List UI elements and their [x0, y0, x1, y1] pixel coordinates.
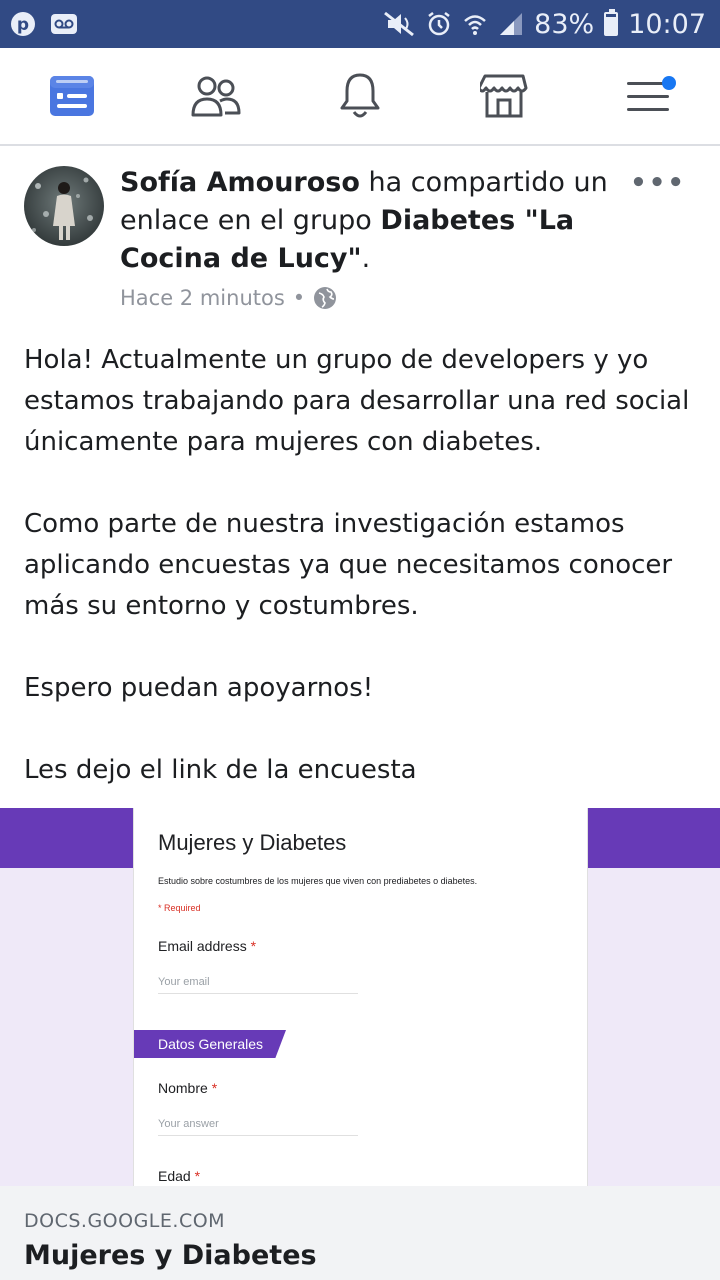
section-header: Datos Generales — [134, 1030, 286, 1058]
post-time[interactable]: Hace 2 minutos — [120, 286, 285, 310]
link-domain: DOCS.GOOGLE.COM — [24, 1210, 226, 1232]
wifi-icon — [462, 11, 488, 37]
notifications-icon — [340, 73, 380, 118]
svg-text:p: p — [17, 15, 29, 35]
news-feed-icon — [50, 76, 94, 116]
signal-icon — [498, 11, 524, 37]
link-title: Mujeres y Diabetes — [24, 1240, 317, 1271]
avatar[interactable] — [24, 166, 104, 246]
nav-menu[interactable] — [608, 56, 688, 136]
mute-icon — [382, 10, 416, 38]
form-description: Estudio sobre costumbres de los mujeres … — [158, 876, 478, 886]
globe-icon — [314, 287, 337, 309]
email-label: Email address * — [158, 938, 257, 954]
nav-marketplace[interactable] — [464, 56, 544, 136]
required-note: * Required — [158, 903, 201, 913]
battery-fill — [606, 17, 617, 34]
more-options-icon[interactable]: ••• — [630, 168, 686, 198]
post-header: Sofía Amouroso ha compartido un enlace e… — [120, 164, 620, 278]
nav-news-feed[interactable] — [32, 56, 112, 136]
battery-percent: 83% — [534, 8, 595, 40]
menu-notification-dot — [662, 76, 676, 90]
meta-separator: • — [292, 286, 306, 310]
link-preview-image[interactable]: Mujeres y Diabetes Estudio sobre costumb… — [0, 808, 720, 1186]
friends-icon — [191, 76, 241, 117]
alarm-icon — [426, 11, 452, 37]
form-card: Mujeres y Diabetes Estudio sobre costumb… — [133, 808, 588, 1186]
post-meta: Hace 2 minutos • — [120, 286, 337, 310]
top-nav-bar — [0, 48, 720, 146]
email-field: Your email — [158, 976, 358, 994]
form-title: Mujeres y Diabetes — [158, 830, 347, 855]
voicemail-icon — [50, 13, 78, 35]
post-paragraph: Hola! Actualmente un grupo de developers… — [24, 345, 690, 457]
feed-post: Sofía Amouroso ha compartido un enlace e… — [0, 146, 720, 1280]
nav-notifications[interactable] — [320, 56, 400, 136]
post-body: Hola! Actualmente un grupo de developers… — [24, 340, 700, 791]
author-name[interactable]: Sofía Amouroso — [120, 167, 360, 198]
post-paragraph: Como parte de nuestra investigación esta… — [24, 509, 673, 621]
post-paragraph: Espero puedan apoyarnos! — [24, 673, 374, 703]
marketplace-icon — [480, 74, 528, 118]
pinterest-icon: p — [10, 11, 36, 37]
status-bar: p 83% 10:07 — [0, 0, 720, 48]
nav-friends[interactable] — [176, 56, 256, 136]
edad-label: Edad * — [158, 1168, 201, 1184]
link-preview-footer[interactable]: DOCS.GOOGLE.COM Mujeres y Diabetes — [0, 1186, 720, 1280]
clock: 10:07 — [628, 8, 706, 40]
nombre-field: Your answer — [158, 1118, 358, 1136]
header-period: . — [361, 243, 371, 274]
post-paragraph: Les dejo el link de la encuesta — [24, 755, 417, 785]
nombre-label: Nombre * — [158, 1080, 218, 1096]
battery-icon — [604, 9, 619, 36]
